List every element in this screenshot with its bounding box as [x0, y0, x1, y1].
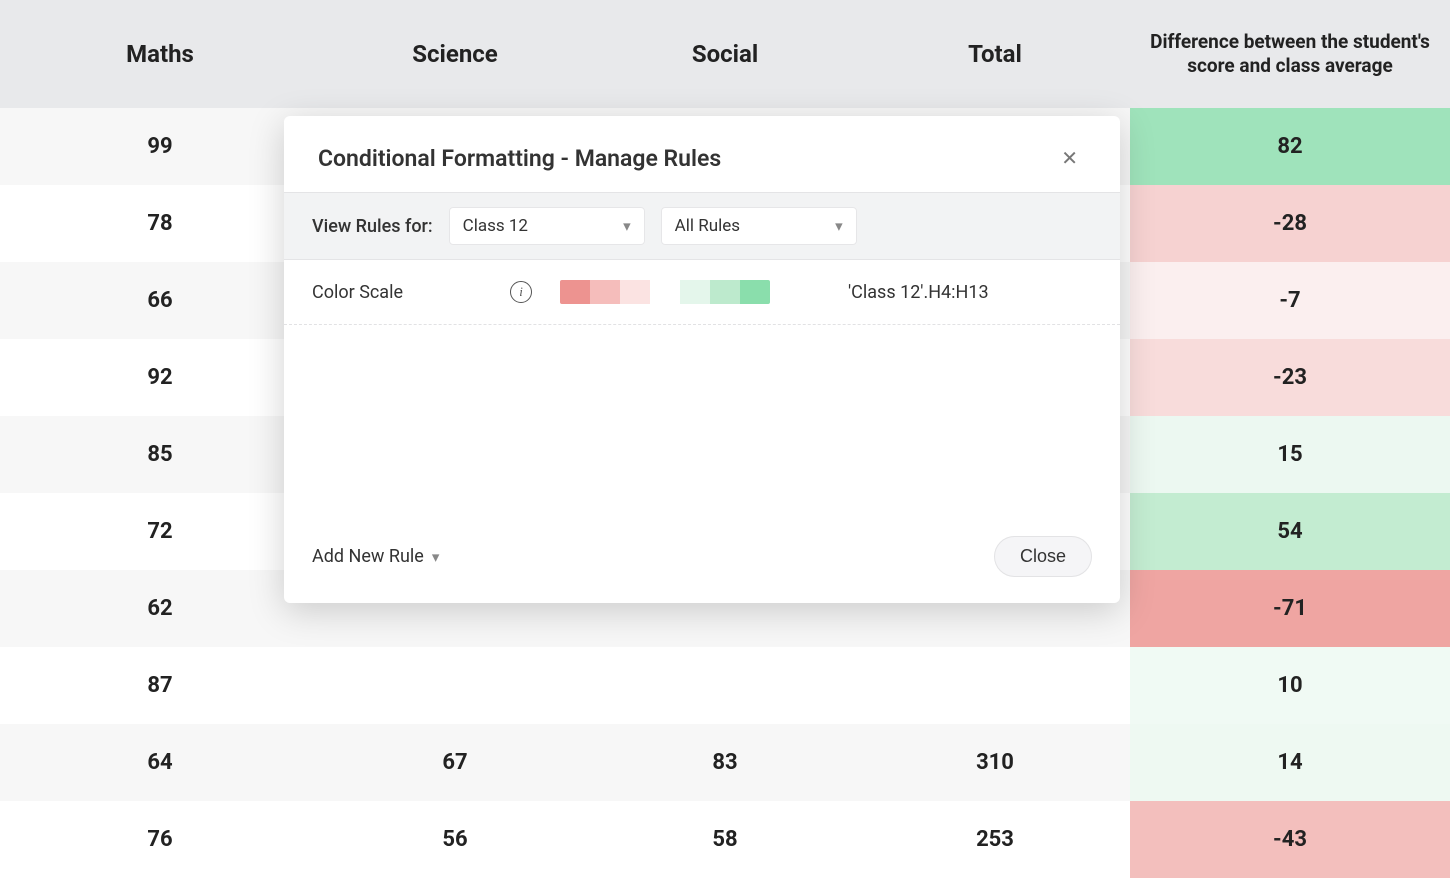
color-scale-preview	[560, 280, 770, 304]
rules-filter-bar: View Rules for: Class 12 ▾ All Rules ▾	[284, 192, 1120, 260]
cell-total[interactable]: 253	[860, 801, 1130, 878]
cell-diff[interactable]: 82	[1130, 108, 1450, 185]
cell-social[interactable]: 83	[590, 724, 860, 801]
color-scale-segment	[650, 280, 680, 304]
header-maths: Maths	[0, 0, 320, 108]
color-scale-segment	[560, 280, 590, 304]
modal-footer: Add New Rule ▾ Close	[284, 518, 1120, 603]
add-new-rule-button[interactable]: Add New Rule ▾	[312, 546, 439, 567]
color-scale-segment	[710, 280, 740, 304]
cell-maths[interactable]: 72	[0, 493, 320, 570]
close-button[interactable]: Close	[994, 536, 1092, 577]
color-scale-segment	[590, 280, 620, 304]
cell-maths[interactable]: 64	[0, 724, 320, 801]
table-row: 64678331014	[0, 724, 1450, 801]
rule-row[interactable]: Color Scale i 'Class 12'.H4:H13	[284, 260, 1120, 325]
chevron-down-icon: ▾	[623, 217, 631, 235]
header-diff: Difference between the student's score a…	[1130, 0, 1450, 108]
rules-select[interactable]: All Rules ▾	[661, 207, 857, 245]
info-icon[interactable]: i	[510, 281, 532, 303]
view-rules-label: View Rules for:	[312, 216, 433, 237]
cell-diff[interactable]: 54	[1130, 493, 1450, 570]
cell-diff[interactable]: 14	[1130, 724, 1450, 801]
header-social: Social	[590, 0, 860, 108]
rules-select-value: All Rules	[675, 216, 740, 236]
cell-diff[interactable]: -7	[1130, 262, 1450, 339]
cell-maths[interactable]: 66	[0, 262, 320, 339]
cell-maths[interactable]: 99	[0, 108, 320, 185]
modal-header: Conditional Formatting - Manage Rules ✕	[284, 116, 1120, 192]
sheet-select[interactable]: Class 12 ▾	[449, 207, 645, 245]
cell-diff[interactable]: 15	[1130, 416, 1450, 493]
color-scale-segment	[680, 280, 710, 304]
cell-maths[interactable]: 92	[0, 339, 320, 416]
close-icon[interactable]: ✕	[1053, 144, 1086, 172]
cell-maths[interactable]: 78	[0, 185, 320, 262]
cell-diff[interactable]: -28	[1130, 185, 1450, 262]
cell-social[interactable]: 58	[590, 801, 860, 878]
cell-total[interactable]: 310	[860, 724, 1130, 801]
modal-title: Conditional Formatting - Manage Rules	[318, 145, 721, 172]
cell-science[interactable]: 67	[320, 724, 590, 801]
rule-range: 'Class 12'.H4:H13	[848, 282, 989, 303]
color-scale-segment	[620, 280, 650, 304]
cell-science[interactable]	[320, 647, 590, 724]
manage-rules-modal: Conditional Formatting - Manage Rules ✕ …	[284, 116, 1120, 603]
header-science: Science	[320, 0, 590, 108]
cell-maths[interactable]: 76	[0, 801, 320, 878]
cell-social[interactable]	[590, 647, 860, 724]
cell-maths[interactable]: 85	[0, 416, 320, 493]
add-new-rule-label: Add New Rule	[312, 546, 424, 567]
cell-maths[interactable]: 62	[0, 570, 320, 647]
chevron-down-icon: ▾	[432, 548, 440, 566]
cell-diff[interactable]: -23	[1130, 339, 1450, 416]
header-total: Total	[860, 0, 1130, 108]
cell-diff[interactable]: 10	[1130, 647, 1450, 724]
rule-type-label: Color Scale	[312, 282, 492, 303]
sheet-select-value: Class 12	[463, 216, 528, 236]
table-header-row: Maths Science Social Total Difference be…	[0, 0, 1450, 108]
cell-total[interactable]	[860, 647, 1130, 724]
color-scale-segment	[740, 280, 770, 304]
table-row: 765658253-43	[0, 801, 1450, 878]
chevron-down-icon: ▾	[835, 217, 843, 235]
table-row: 87 10	[0, 647, 1450, 724]
rules-list: Color Scale i 'Class 12'.H4:H13	[284, 260, 1120, 518]
cell-diff[interactable]: -43	[1130, 801, 1450, 878]
cell-maths[interactable]: 87	[0, 647, 320, 724]
cell-diff[interactable]: -71	[1130, 570, 1450, 647]
cell-science[interactable]: 56	[320, 801, 590, 878]
